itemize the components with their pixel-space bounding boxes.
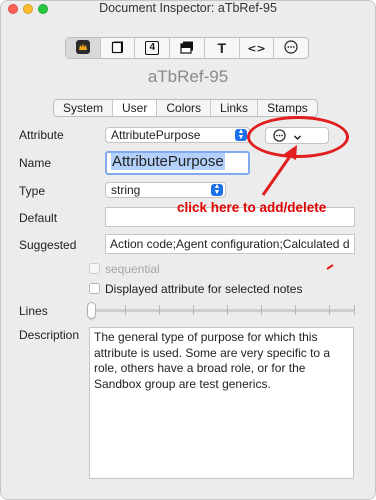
annotation-text: click here to add/delete (177, 200, 327, 215)
annotation-arrow-icon (261, 145, 334, 270)
document-inspector-window: Document Inspector: aTbRef-95 4 T <> aTb… (0, 0, 376, 500)
